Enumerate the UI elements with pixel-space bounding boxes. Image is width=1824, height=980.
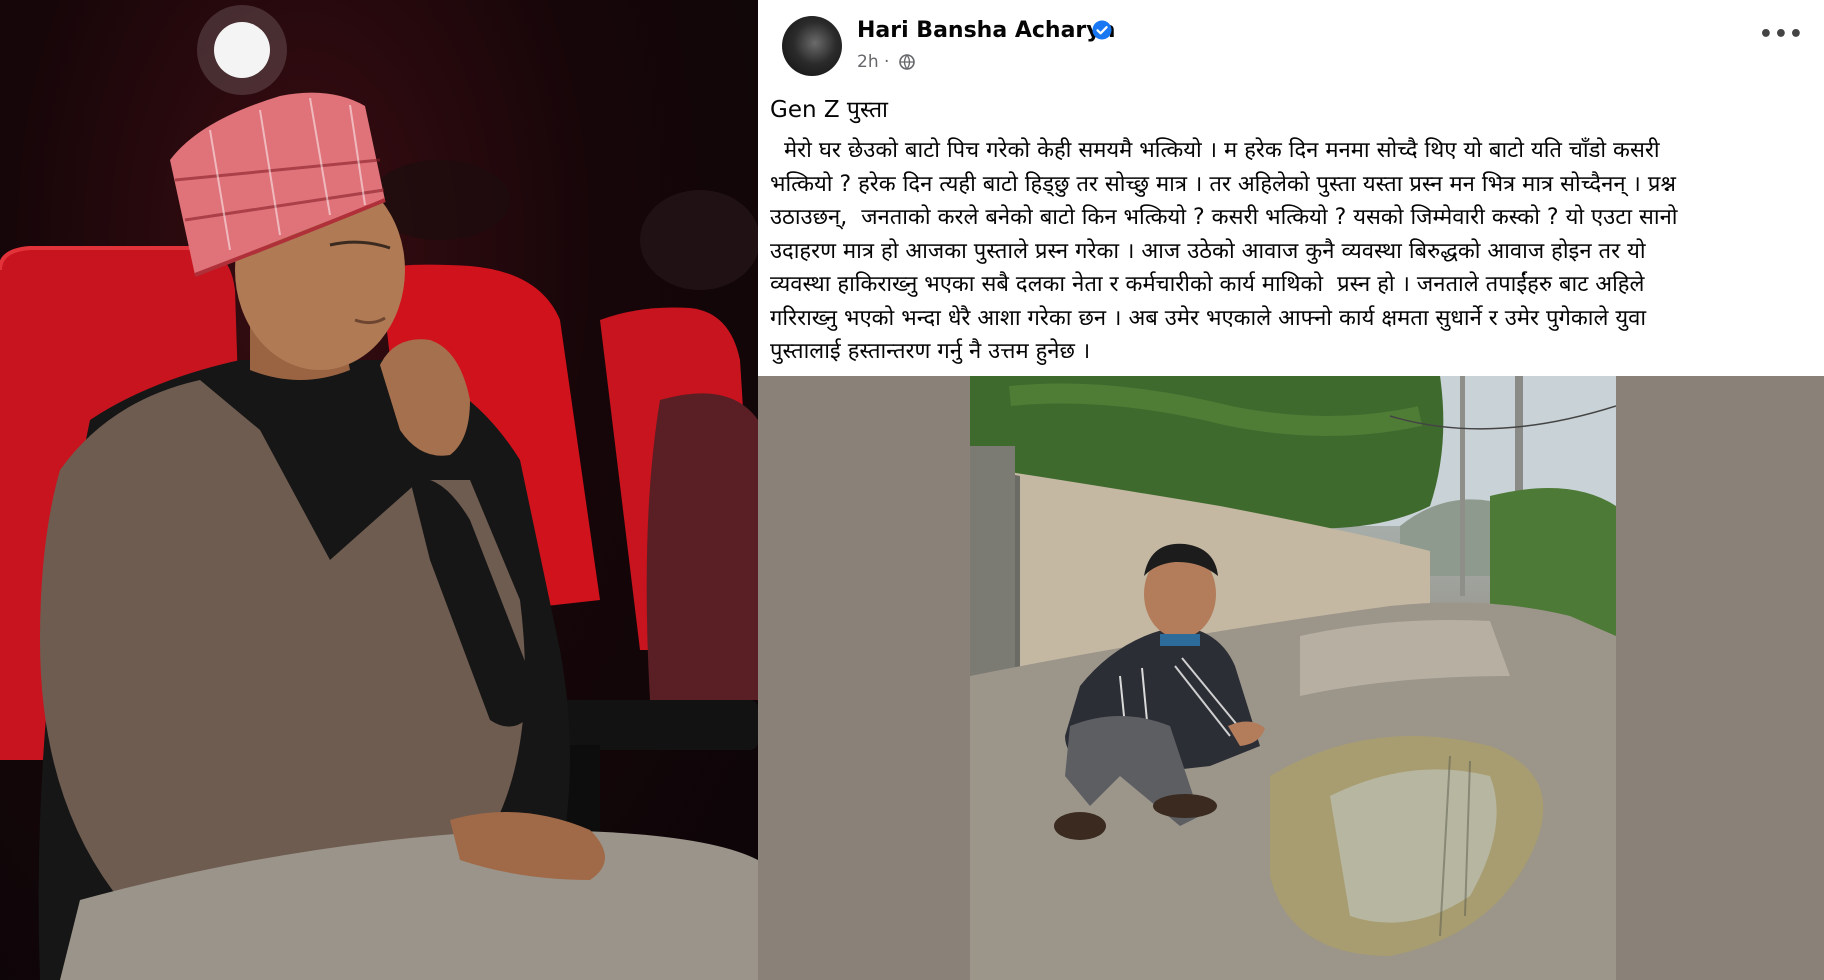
- author-avatar[interactable]: [782, 16, 842, 76]
- post-title: Gen Z पुस्ता: [770, 97, 889, 123]
- facebook-post: Hari Bansha Acharya 2h · ••• Gen Z पुस्त…: [758, 0, 1824, 980]
- left-photo: [0, 0, 758, 980]
- post-time[interactable]: 2h: [857, 52, 879, 72]
- post-meta: 2h ·: [857, 52, 915, 72]
- author-name[interactable]: Hari Bansha Acharya: [857, 18, 1115, 43]
- verified-badge-icon: [1092, 20, 1112, 40]
- post-body: मेरो घर छेउको बाटो पिच गरेको केही समयमै …: [770, 138, 1678, 364]
- post-image[interactable]: [970, 376, 1616, 980]
- more-options-icon[interactable]: •••: [1759, 22, 1804, 47]
- post-image-frame[interactable]: [758, 376, 1824, 980]
- post-header: Hari Bansha Acharya 2h · •••: [770, 14, 1810, 76]
- meta-dot: ·: [884, 52, 895, 72]
- left-photo-illustration: [0, 5, 758, 980]
- globe-icon[interactable]: [899, 54, 915, 70]
- post-image-illustration: [970, 376, 1616, 980]
